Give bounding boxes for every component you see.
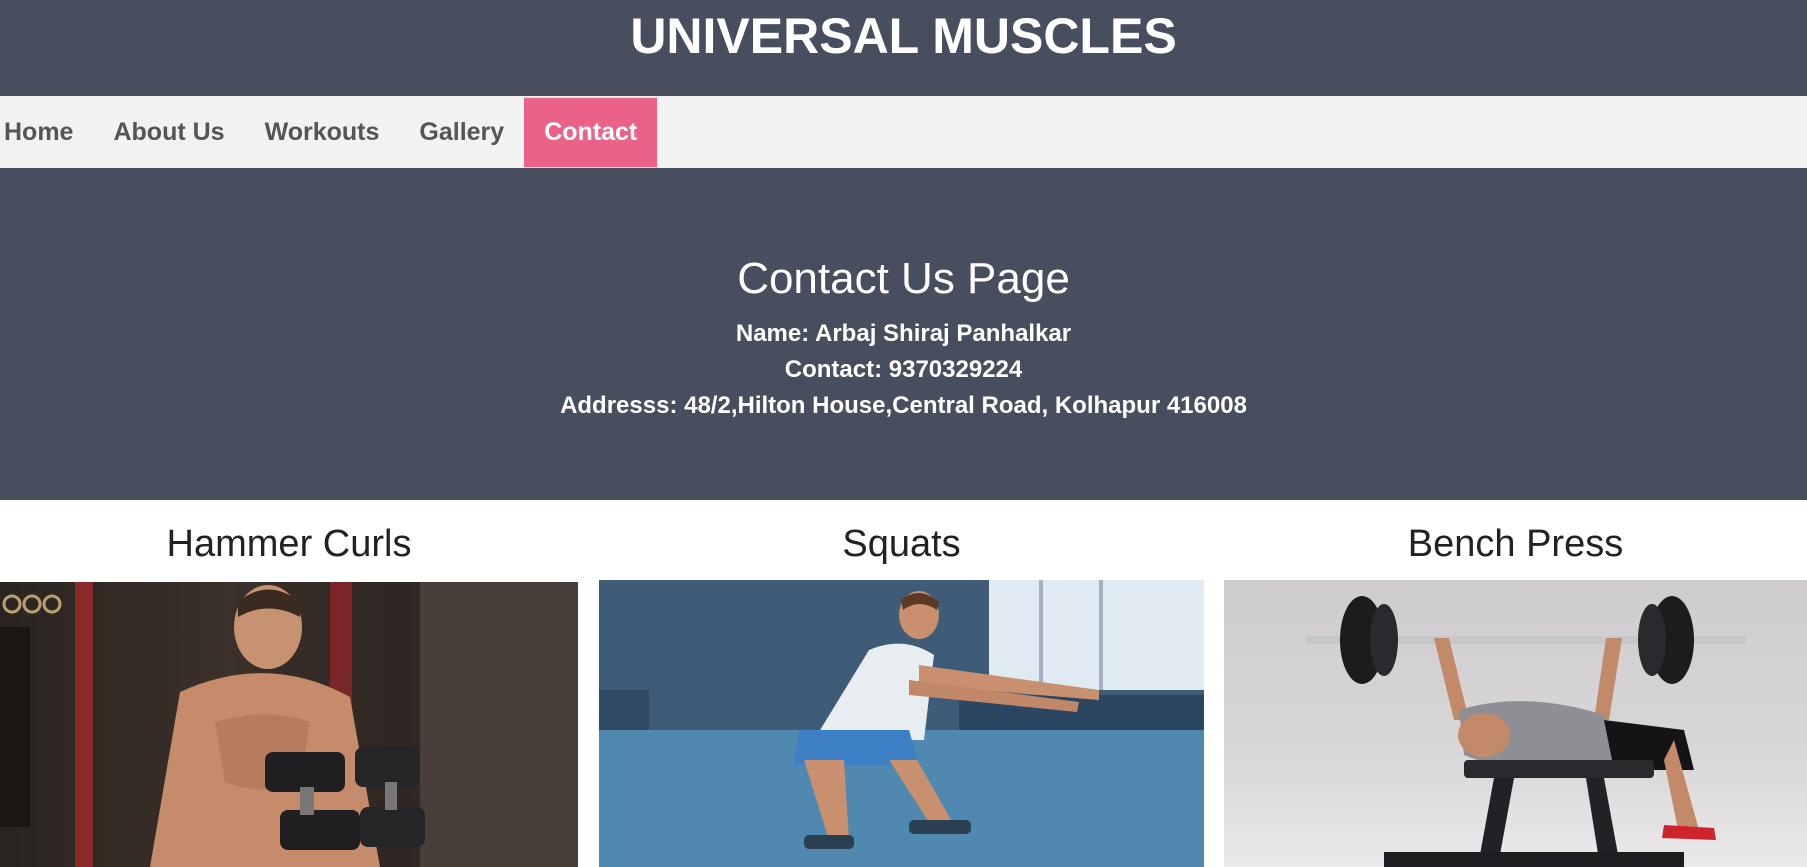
contact-section: Contact Us Page Name: Arbaj Shiraj Panha…	[0, 168, 1807, 500]
nav-about-us[interactable]: About Us	[93, 96, 244, 168]
workout-title: Squats	[842, 523, 961, 565]
nav-contact[interactable]: Contact	[524, 97, 658, 168]
nav-workouts[interactable]: Workouts	[245, 96, 400, 168]
workout-title: Hammer Curls	[166, 523, 412, 565]
workouts-section: Hammer Curls Squats Bench Press	[0, 500, 1807, 867]
contact-address: Addresss: 48/2,Hilton House,Central Road…	[560, 392, 1247, 419]
nav-home[interactable]: Home	[0, 96, 93, 168]
site-header: UNIVERSAL MUSCLES	[0, 0, 1807, 96]
hammer-curls-image	[0, 582, 578, 867]
contact-phone: Contact: 9370329224	[784, 356, 1023, 383]
contact-title: Contact Us Page	[737, 254, 1070, 303]
workout-title: Bench Press	[1407, 523, 1624, 565]
man-bench-pressing-illustration	[1306, 596, 1746, 867]
site-title: UNIVERSAL MUSCLES	[630, 8, 1177, 64]
navbar: Home About Us Workouts Gallery Contact	[0, 96, 1807, 168]
man-with-dumbbells-illustration	[0, 582, 578, 867]
contact-name: Name: Arbaj Shiraj Panhalkar	[735, 320, 1072, 347]
man-squatting-illustration	[599, 580, 1204, 867]
nav-gallery[interactable]: Gallery	[399, 96, 524, 168]
bench-press-image	[1224, 580, 1807, 867]
squats-image	[599, 580, 1204, 867]
